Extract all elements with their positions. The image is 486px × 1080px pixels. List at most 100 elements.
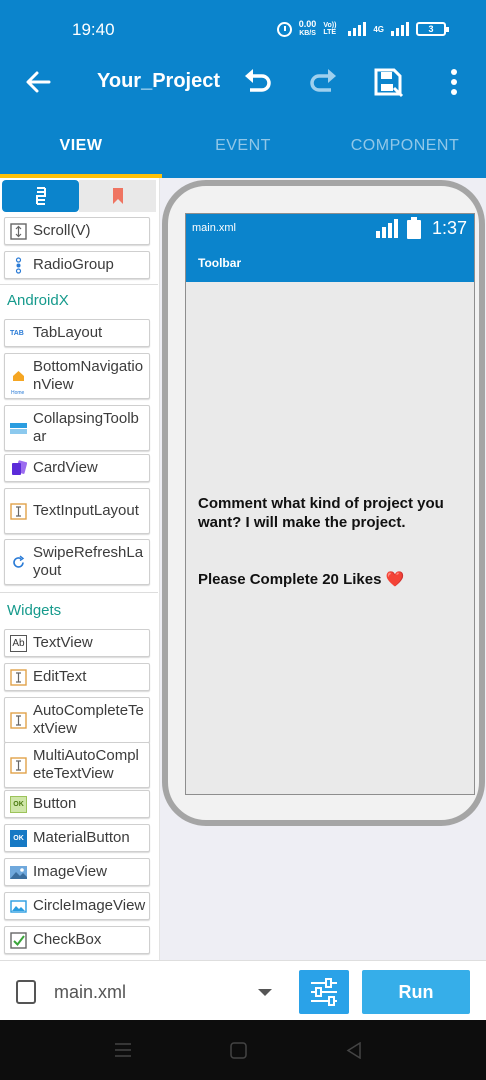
tab-event[interactable]: EVENT — [162, 114, 324, 178]
material-button-icon: OK — [10, 830, 27, 847]
tab-view[interactable]: VIEW — [0, 114, 162, 178]
home-icon — [13, 371, 24, 381]
project-title: Your_Project — [97, 70, 220, 92]
checkbox-icon — [10, 932, 27, 949]
palette-item-auto-complete-text-view[interactable]: AutoCompleteTextView — [4, 697, 150, 743]
volte-icon: Vo)) LTE — [323, 22, 337, 36]
palette-item-radio-group[interactable]: RadioGroup — [4, 251, 150, 279]
more-options-icon[interactable] — [438, 66, 470, 98]
palette-item-card-view[interactable]: CardView — [4, 454, 150, 482]
palette-item-edit-text[interactable]: EditText — [4, 663, 150, 691]
palette-item-material-button[interactable]: OK MaterialButton — [4, 824, 150, 852]
palette-item-label: SwipeRefreshLayout — [33, 544, 144, 579]
palette-item-image-view[interactable]: ImageView — [4, 858, 150, 886]
preview-clock: 1:37 — [431, 218, 467, 238]
file-selector[interactable]: main.xml — [54, 982, 126, 1003]
section-title-androidx: AndroidX — [7, 292, 69, 309]
palette-item-label: CircleImageView — [33, 897, 146, 914]
bookmark-icon — [112, 188, 123, 204]
battery-icon: 3 — [416, 22, 449, 36]
widgets-icon — [35, 187, 46, 205]
circle-image-view-icon — [10, 900, 27, 913]
palette-item-label: AutoCompleteTextView — [33, 702, 144, 737]
radio-group-icon — [15, 257, 22, 274]
divider — [0, 284, 158, 285]
refresh-icon — [13, 555, 25, 568]
signal-icon-2 — [391, 22, 409, 36]
preview-status-bar: main.xml 1:37 — [186, 214, 474, 242]
battery-level: 3 — [428, 24, 434, 34]
palette-item-text-view[interactable]: Ab TextView — [4, 629, 150, 657]
palette-item-label: Button — [33, 795, 77, 812]
palette-item-label: TextView — [33, 634, 93, 651]
redo-icon[interactable] — [307, 66, 339, 98]
home-nav-icon[interactable] — [230, 1042, 247, 1059]
palette-item-label: BottomNavigationView — [33, 358, 144, 393]
net-speed: 0.00 KB/S — [299, 20, 317, 38]
preview-textview-2[interactable]: Please Complete 20 Likes ❤️ — [198, 570, 464, 589]
preview-toolbar[interactable]: Toolbar — [186, 242, 474, 282]
card-view-icon — [12, 460, 27, 475]
palette-item-tab-layout[interactable]: TAB TabLayout — [4, 319, 150, 347]
palette-item-button[interactable]: OK Button — [4, 790, 150, 818]
palette-item-bottom-navigation-view[interactable]: Home BottomNavigationView — [4, 353, 150, 399]
status-time: 19:40 — [72, 20, 115, 39]
palette-item-label: MaterialButton — [33, 829, 130, 846]
palette-item-label: CollapsingToolbar — [33, 410, 139, 445]
palette-item-label: MultiAutoCompleteTextView — [33, 747, 139, 782]
save-icon[interactable] — [372, 66, 404, 98]
sliders-icon — [311, 978, 337, 1006]
palette-tab-bookmarks[interactable] — [79, 180, 156, 212]
palette-item-label: CardView — [33, 459, 98, 476]
preview-textview-1[interactable]: Comment what kind of project you want? I… — [198, 494, 464, 532]
back-arrow-icon[interactable] — [24, 68, 52, 96]
palette-tabs — [2, 180, 156, 212]
palette-item-swipe-refresh-layout[interactable]: SwipeRefreshLayout — [4, 539, 150, 585]
palette-item-label: RadioGroup — [33, 256, 114, 273]
app-toolbar: Your_Project — [0, 50, 486, 114]
properties-button[interactable] — [299, 970, 349, 1014]
section-title-widgets: Widgets — [7, 602, 62, 619]
image-view-icon — [10, 866, 27, 879]
palette-tab-widgets[interactable] — [2, 180, 79, 212]
alarm-icon — [276, 21, 292, 37]
palette-item-label: CheckBox — [33, 931, 102, 948]
net-speed-value: 0.00 — [298, 19, 317, 29]
palette-item-checkbox[interactable]: CheckBox — [4, 926, 150, 954]
net-speed-unit: KB/S — [299, 30, 316, 37]
home-icon-caption: Home — [11, 390, 25, 396]
system-nav-bar — [0, 1020, 486, 1080]
status-bar: 19:40 0.00 KB/S Vo)) LTE 4G 3 — [0, 0, 486, 50]
text-input-icon — [10, 503, 27, 520]
palette-item-multi-auto-complete-text-view[interactable]: MultiAutoCompleteTextView — [4, 742, 150, 788]
palette-item-scroll-v[interactable]: Scroll(V) — [4, 217, 150, 245]
tab-layout-icon: TAB — [10, 330, 24, 337]
divider — [0, 592, 158, 593]
undo-icon[interactable] — [242, 66, 274, 98]
auto-complete-icon — [10, 712, 27, 729]
preview-signal-icon — [376, 219, 398, 238]
palette-item-label: Scroll(V) — [33, 222, 91, 239]
file-icon — [16, 980, 36, 1004]
button-icon: OK — [10, 796, 27, 813]
phone-screen[interactable]: main.xml 1:37 Toolbar Comment what kind … — [185, 213, 475, 795]
run-button[interactable]: Run — [362, 970, 470, 1014]
multi-auto-complete-icon — [10, 757, 27, 774]
collapsing-toolbar-icon — [10, 423, 27, 434]
menu-icon[interactable] — [114, 1042, 132, 1058]
design-canvas: main.xml 1:37 Toolbar Comment what kind … — [160, 178, 486, 960]
palette-item-circle-image-view[interactable]: CircleImageView — [4, 892, 150, 920]
palette-item-text-input-layout[interactable]: TextInputLayout — [4, 488, 150, 534]
palette-item-label: ImageView — [33, 863, 107, 880]
text-view-icon: Ab — [10, 635, 27, 652]
dropdown-arrow-icon[interactable] — [258, 989, 272, 996]
back-nav-icon[interactable] — [346, 1042, 362, 1059]
palette-item-label: TextInputLayout — [33, 502, 139, 519]
status-icons: 0.00 KB/S Vo)) LTE 4G 3 — [276, 20, 449, 38]
signal-icon — [348, 22, 367, 36]
palette-item-collapsing-toolbar[interactable]: CollapsingToolbar — [4, 405, 150, 451]
network-type: 4G — [373, 24, 384, 34]
tab-component[interactable]: COMPONENT — [324, 114, 486, 178]
preview-file-name: main.xml — [192, 222, 237, 234]
palette-item-label: EditText — [33, 668, 87, 685]
